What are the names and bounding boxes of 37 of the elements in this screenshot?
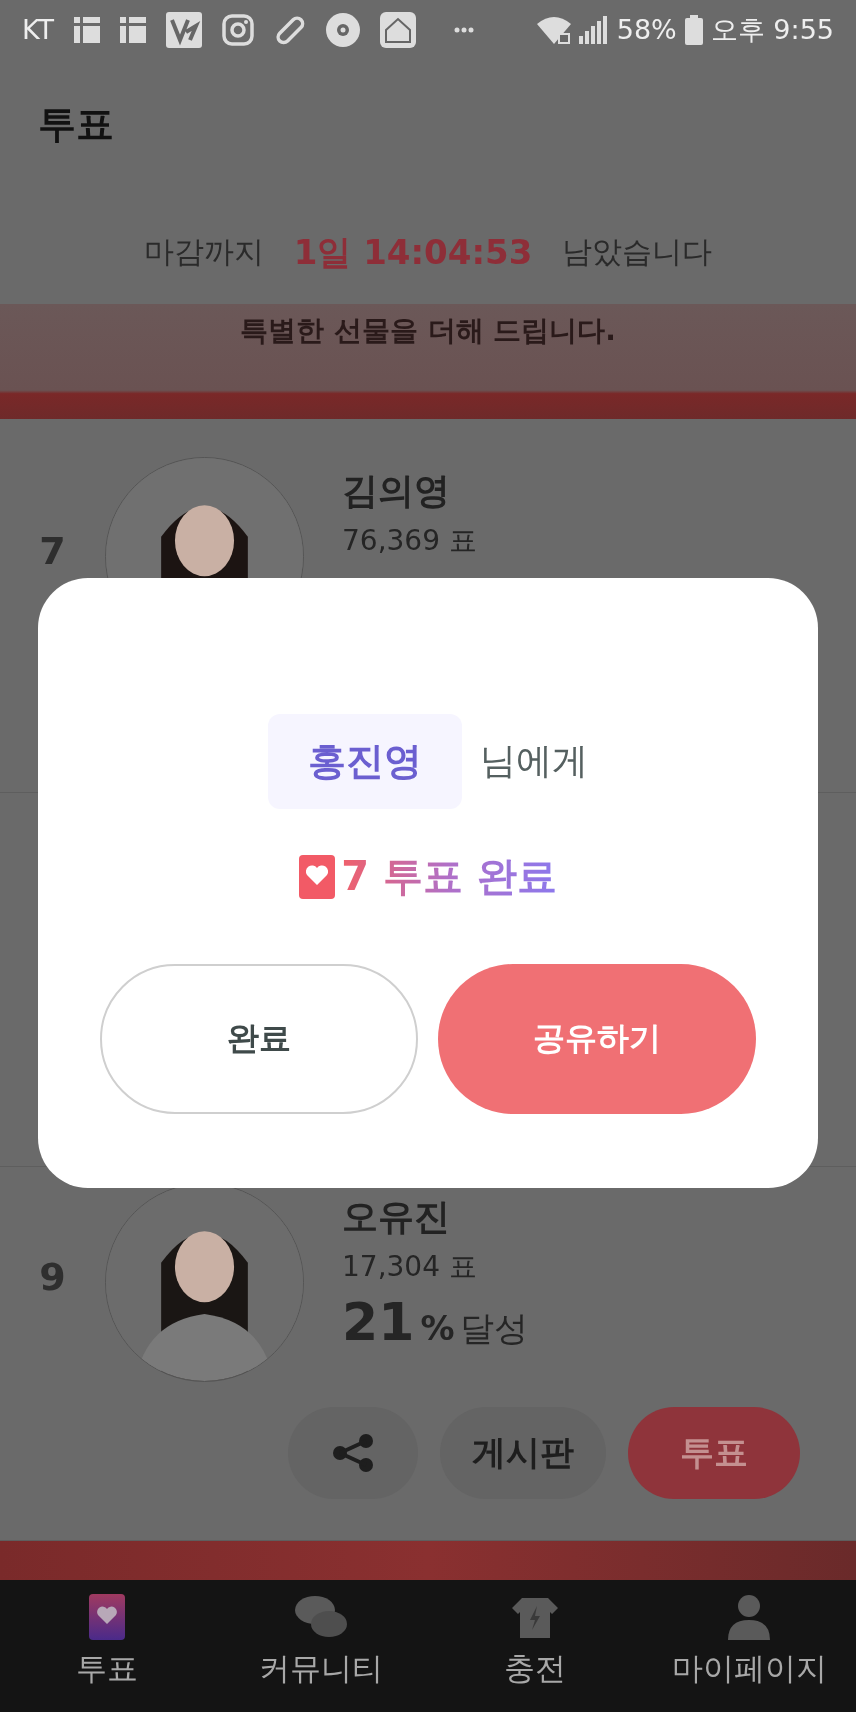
rank-number: 7 bbox=[38, 528, 67, 573]
countdown-timer: 1일 14:04:53 bbox=[293, 230, 533, 274]
percent-sign: % bbox=[420, 1307, 455, 1348]
house-app-icon bbox=[380, 11, 417, 48]
nav-tab[interactable]: 마이페이지 bbox=[642, 1580, 856, 1712]
banner-text: 특별한 선물을 더해 드립니다. bbox=[240, 313, 616, 350]
app-notification-icon bbox=[120, 16, 147, 43]
done-button[interactable]: 완료 bbox=[100, 964, 418, 1114]
rank-number: 9 bbox=[38, 1254, 67, 1299]
signal-icon bbox=[578, 15, 609, 44]
link-icon bbox=[274, 13, 307, 46]
achievement-percent: 21 bbox=[342, 1291, 415, 1352]
page-title: 투표 bbox=[37, 101, 115, 149]
battery-icon bbox=[684, 14, 703, 45]
recipient-suffix: 님에게 bbox=[480, 739, 588, 783]
clock-time: 오후 9:55 bbox=[710, 12, 834, 47]
battery-percent: 58% bbox=[616, 14, 677, 46]
nav-tab[interactable]: 투표 bbox=[0, 1580, 214, 1712]
recipient-name: 홍진영 bbox=[268, 714, 462, 809]
nav-tab[interactable]: 커뮤니티 bbox=[214, 1580, 428, 1712]
carrier-name: KT bbox=[22, 14, 55, 46]
share-icon bbox=[332, 1433, 374, 1472]
heart-card-icon bbox=[299, 854, 336, 899]
wifi-icon bbox=[536, 15, 571, 44]
camera-icon bbox=[222, 13, 255, 46]
nav-tab[interactable]: 충전 bbox=[428, 1580, 642, 1712]
app-notification-icon bbox=[166, 11, 203, 48]
candidate-name: 오유진 bbox=[342, 1194, 451, 1239]
more-icon bbox=[454, 26, 475, 33]
disc-icon bbox=[326, 12, 361, 47]
countdown-label: 남았습니다 bbox=[562, 233, 713, 272]
vote-count: 76,369 표 bbox=[342, 522, 477, 559]
app-notification-icon bbox=[74, 16, 101, 43]
countdown-label: 마감까지 bbox=[143, 233, 264, 272]
achievement-label: 달성 bbox=[460, 1306, 529, 1350]
vote-count: 17,304 표 bbox=[342, 1248, 478, 1285]
candidate-name: 김의영 bbox=[342, 468, 451, 513]
